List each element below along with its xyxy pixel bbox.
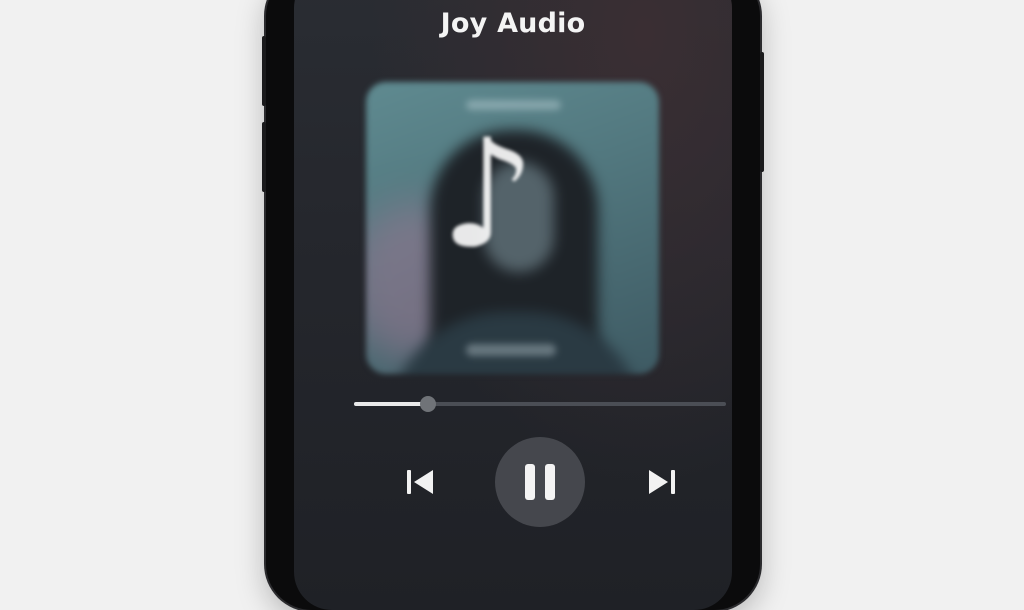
next-button[interactable]	[644, 464, 680, 500]
previous-button[interactable]	[402, 464, 438, 500]
music-note-icon: ♪	[440, 108, 536, 282]
progress-bar[interactable]	[354, 396, 726, 412]
pause-icon	[525, 464, 555, 500]
phone-frame: Joy Audio ♪	[262, 0, 764, 610]
app-title: Joy Audio	[440, 8, 586, 39]
phone-side-button-left-2	[262, 122, 266, 192]
phone-side-button-right	[760, 52, 764, 172]
phone-side-button-left-1	[262, 36, 266, 106]
player-screen: Joy Audio ♪	[294, 0, 732, 610]
progress-fill	[354, 402, 429, 406]
skip-next-icon	[649, 470, 675, 494]
play-pause-button[interactable]	[495, 437, 585, 527]
skip-previous-icon	[407, 470, 433, 494]
progress-thumb[interactable]	[420, 396, 437, 412]
